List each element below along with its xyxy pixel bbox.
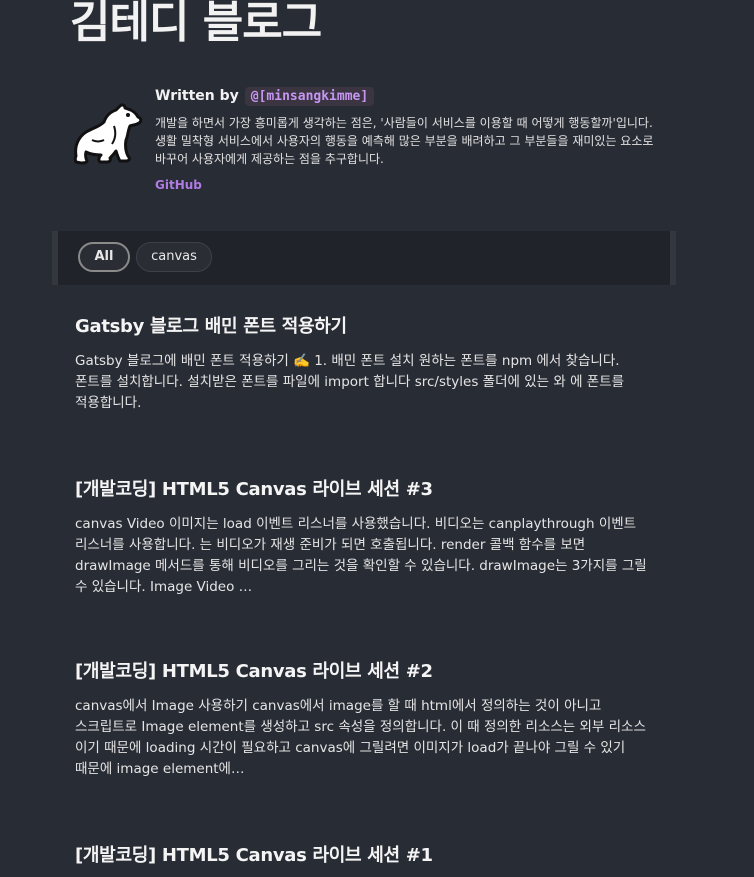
bio-description: 개발을 하면서 가장 흥미롭게 생각하는 점은, '사람들이 서비스를 이용할 …: [155, 116, 654, 166]
github-link[interactable]: GitHub: [155, 178, 202, 192]
bio-text: Written by @[minsangkimme] 개발을 하면서 가장 흥미…: [155, 82, 660, 193]
post-item[interactable]: [개발코딩] HTML5 Canvas 라이브 세션 #2 canvas에서 I…: [75, 660, 657, 780]
post-excerpt: canvas에서 Image 사용하기 canvas에서 image를 할 때 …: [75, 698, 646, 777]
post-title[interactable]: Gatsby 블로그 배민 폰트 적용하기: [75, 315, 657, 339]
post-item[interactable]: Gatsby 블로그 배민 폰트 적용하기 Gatsby 블로그에 배민 폰트 …: [75, 315, 657, 414]
written-by-label: Written by: [155, 88, 239, 104]
polar-bear-icon: [73, 103, 143, 165]
tag-all[interactable]: All: [78, 242, 130, 272]
blog-title[interactable]: 김테디 블로그: [70, 0, 322, 48]
author-handle[interactable]: @[minsangkimme]: [244, 86, 375, 106]
post-title[interactable]: [개발코딩] HTML5 Canvas 라이브 세션 #2: [75, 660, 657, 684]
post-item[interactable]: [개발코딩] HTML5 Canvas 라이브 세션 #1: [75, 844, 657, 868]
post-item[interactable]: [개발코딩] HTML5 Canvas 라이브 세션 #3 canvas Vid…: [75, 478, 657, 598]
bio-section: Written by @[minsangkimme] 개발을 하면서 가장 흥미…: [70, 82, 670, 202]
tag-filter-bar: All canvas: [52, 231, 676, 285]
blog-page: 김테디 블로그 Written by @[minsangkimme] 개발을 하…: [0, 0, 754, 877]
post-title[interactable]: [개발코딩] HTML5 Canvas 라이브 세션 #1: [75, 844, 657, 868]
post-excerpt: Gatsby 블로그에 배민 폰트 적용하기 ✍️ 1. 배민 폰트 설치 원하…: [75, 353, 625, 411]
post-title[interactable]: [개발코딩] HTML5 Canvas 라이브 세션 #3: [75, 478, 657, 502]
post-excerpt: canvas Video 이미지는 load 이벤트 리스너를 사용했습니다. …: [75, 516, 647, 595]
author-line: Written by @[minsangkimme]: [155, 82, 660, 110]
tag-canvas[interactable]: canvas: [136, 242, 212, 272]
